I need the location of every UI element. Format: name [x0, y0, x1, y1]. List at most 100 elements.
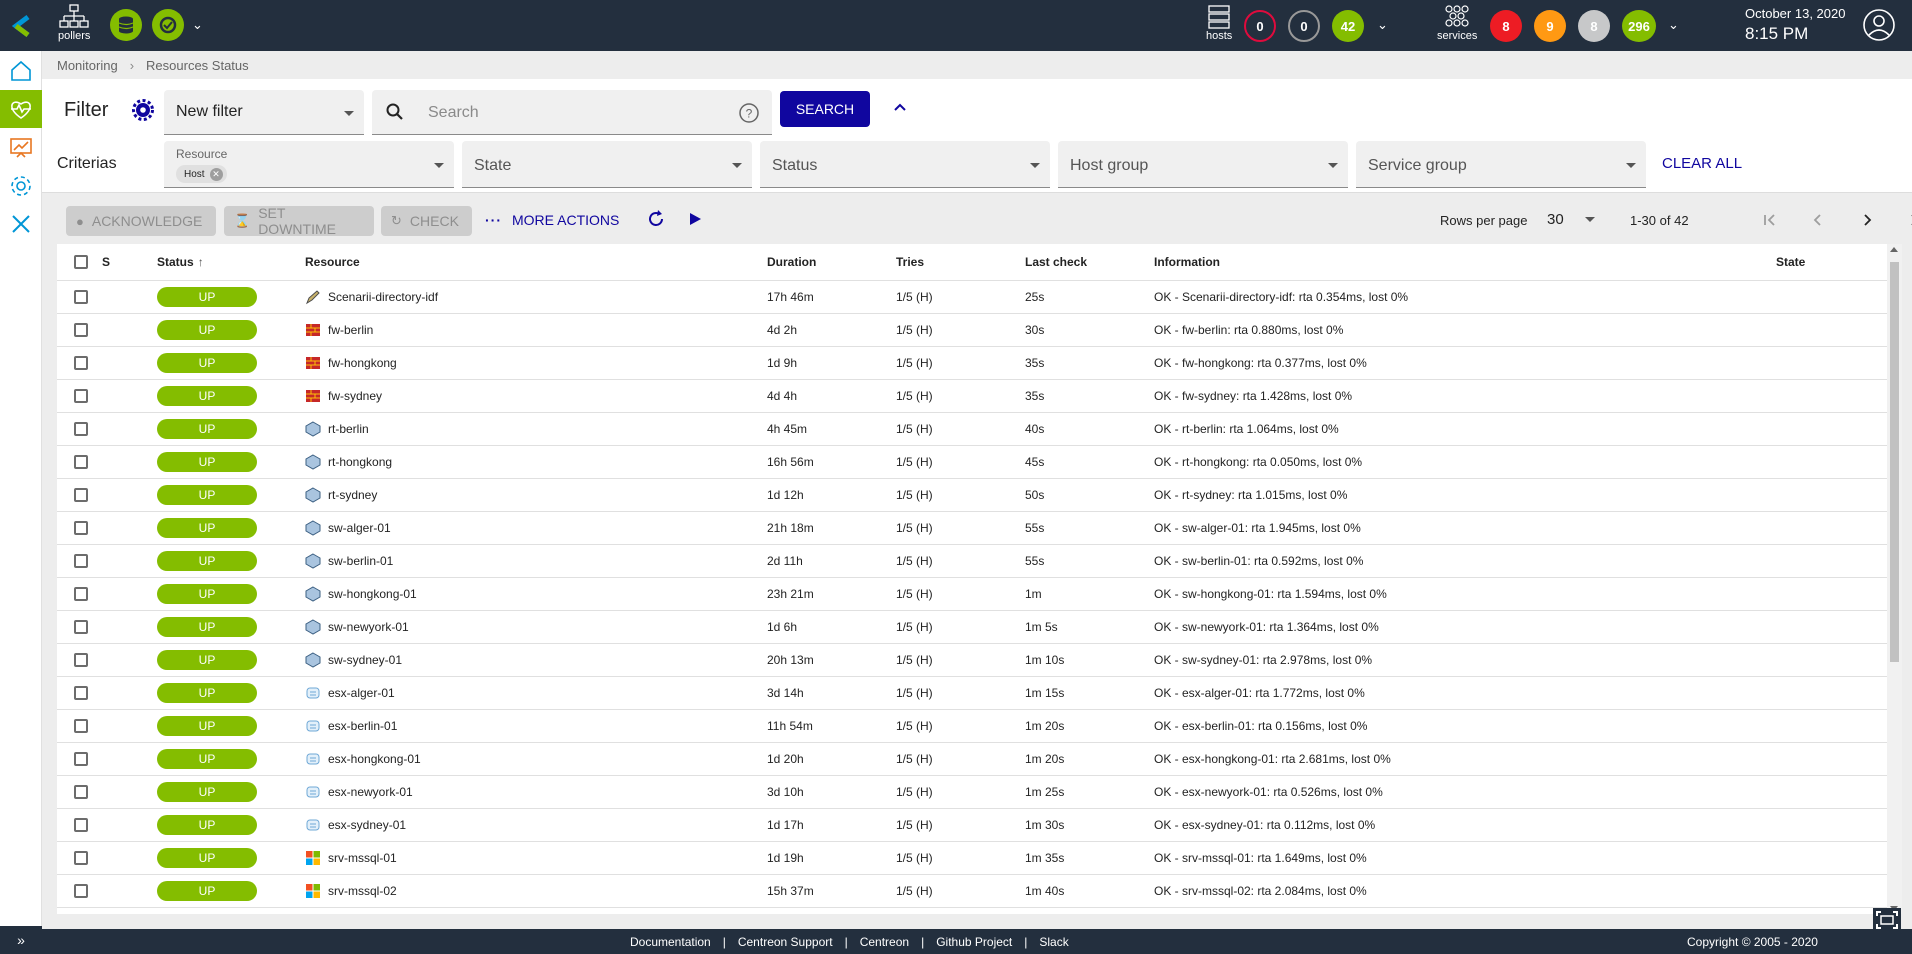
table-row[interactable]: UP esx-berlin-01 11h 54m 1/5 (H) 1m 20s OK - …	[57, 709, 1887, 743]
filter-select[interactable]: New filter	[164, 90, 364, 135]
column-header-s[interactable]: S	[102, 244, 157, 281]
services-ok-badge[interactable]: 296	[1622, 10, 1656, 42]
next-page-button[interactable]	[1854, 207, 1880, 233]
more-actions-button[interactable]: ··· MORE ACTIONS	[485, 212, 619, 228]
row-checkbox[interactable]	[74, 586, 88, 601]
resource-name[interactable]: esx-hongkong-01	[328, 752, 421, 766]
row-checkbox[interactable]	[74, 718, 88, 733]
resource-name[interactable]: sw-sydney-01	[328, 653, 402, 667]
table-row[interactable]: UP rt-berlin 4h 45m 1/5 (H) 40s OK - rt-berli…	[57, 412, 1887, 446]
services-unknown-badge[interactable]: 8	[1578, 10, 1610, 42]
previous-page-button[interactable]	[1805, 207, 1831, 233]
row-checkbox[interactable]	[74, 355, 88, 370]
table-row[interactable]: UP esx-hongkong-01 1d 20h 1/5 (H) 1m 20s OK -…	[57, 742, 1887, 776]
row-checkbox[interactable]	[74, 520, 88, 535]
hosts-menu[interactable]: hosts	[1206, 4, 1232, 42]
user-profile-icon[interactable]	[1862, 8, 1896, 47]
row-checkbox[interactable]	[74, 421, 88, 436]
table-row[interactable]: UP sw-berlin-01 2d 11h 1/5 (H) 55s OK - sw-be…	[57, 544, 1887, 578]
table-row[interactable]: UP esx-alger-01 3d 14h 1/5 (H) 1m 15s OK - es…	[57, 676, 1887, 710]
row-checkbox[interactable]	[74, 619, 88, 634]
table-row[interactable]: UP rt-hongkong 16h 56m 1/5 (H) 45s OK - rt-ho…	[57, 445, 1887, 479]
resource-name[interactable]: sw-alger-01	[328, 521, 391, 535]
table-row[interactable]: UP fw-berlin 4d 2h 1/5 (H) 30s OK - fw-berlin…	[57, 313, 1887, 347]
hosts-down-badge[interactable]: 0	[1244, 10, 1276, 42]
column-header-last-check[interactable]: Last check	[1025, 244, 1154, 281]
footer-link-centreon-support[interactable]: Centreon Support	[738, 935, 833, 949]
resource-name[interactable]: esx-alger-01	[328, 686, 395, 700]
select-all-checkbox[interactable]	[74, 254, 88, 269]
resource-name[interactable]: srv-mssql-01	[328, 851, 397, 865]
row-checkbox[interactable]	[74, 883, 88, 898]
sidebar-item-monitoring[interactable]	[0, 90, 42, 128]
resource-name[interactable]: fw-berlin	[328, 323, 373, 337]
resource-name[interactable]: esx-newyork-01	[328, 785, 413, 799]
row-checkbox[interactable]	[74, 817, 88, 832]
pollers-menu[interactable]: pollers	[58, 4, 90, 42]
table-row[interactable]: UP rt-sydney 1d 12h 1/5 (H) 50s OK - rt-sydne…	[57, 478, 1887, 512]
row-checkbox[interactable]	[74, 553, 88, 568]
table-scrollbar[interactable]	[1887, 244, 1902, 914]
set-downtime-button[interactable]: ⌛ SET DOWNTIME	[224, 205, 374, 237]
filter-settings-button[interactable]	[130, 97, 156, 123]
sidebar-expand-icon[interactable]: »	[0, 926, 42, 954]
resource-name[interactable]: esx-sydney-01	[328, 818, 406, 832]
footer-link-documentation[interactable]: Documentation	[630, 935, 711, 949]
footer-link-slack[interactable]: Slack	[1039, 935, 1068, 949]
row-checkbox[interactable]	[74, 454, 88, 469]
sidebar-item-home[interactable]	[0, 52, 42, 90]
help-icon[interactable]: ?	[738, 102, 760, 129]
column-header-information[interactable]: Information	[1154, 244, 1776, 281]
resource-name[interactable]: fw-hongkong	[328, 356, 397, 370]
chevron-down-icon[interactable]: ⌄	[1668, 17, 1679, 33]
acknowledge-button[interactable]: ● ACKNOWLEDGE	[66, 206, 216, 236]
resource-name[interactable]: Scenarii-directory-idf	[328, 290, 438, 304]
table-row[interactable]: UP sw-alger-01 21h 18m 1/5 (H) 55s OK - sw-al…	[57, 511, 1887, 545]
table-row[interactable]: UP sw-newyork-01 1d 6h 1/5 (H) 1m 5s OK - sw-…	[57, 610, 1887, 644]
footer-link-github-project[interactable]: Github Project	[936, 935, 1012, 949]
chevron-down-icon[interactable]: ⌄	[1377, 17, 1388, 33]
scroll-up-icon[interactable]	[1890, 247, 1898, 252]
column-header-tries[interactable]: Tries	[896, 244, 1025, 281]
table-row[interactable]: UP sw-hongkong-01 23h 21m 1/5 (H) 1m OK - sw-…	[57, 577, 1887, 611]
services-critical-badge[interactable]: 8	[1490, 10, 1522, 42]
column-header-duration[interactable]: Duration	[767, 244, 896, 281]
column-header-resource[interactable]: Resource	[305, 244, 767, 281]
resource-name[interactable]: sw-newyork-01	[328, 620, 409, 634]
centreon-logo[interactable]	[0, 0, 42, 51]
resource-name[interactable]: rt-sydney	[328, 488, 377, 502]
resource-name[interactable]: rt-berlin	[328, 422, 369, 436]
breadcrumb-monitoring[interactable]: Monitoring	[57, 58, 118, 73]
breadcrumb-resources-status[interactable]: Resources Status	[146, 58, 249, 73]
resource-name[interactable]: sw-hongkong-01	[328, 587, 417, 601]
sidebar-item-reporting[interactable]	[0, 129, 42, 167]
rows-per-page-select[interactable]: 30	[1547, 211, 1595, 228]
play-icon[interactable]	[687, 211, 703, 232]
check-button[interactable]: ↻ CHECK	[381, 206, 472, 236]
last-page-button[interactable]	[1903, 207, 1912, 233]
row-checkbox[interactable]	[74, 784, 88, 799]
resource-name[interactable]: esx-berlin-01	[328, 719, 397, 733]
search-button[interactable]: SEARCH	[780, 91, 870, 127]
services-warning-badge[interactable]: 9	[1534, 10, 1566, 42]
row-checkbox[interactable]	[74, 850, 88, 865]
table-row[interactable]: UP sw-sydney-01 20h 13m 1/5 (H) 1m 10s OK - s…	[57, 643, 1887, 677]
column-header-state[interactable]: State	[1776, 244, 1887, 281]
first-page-button[interactable]	[1757, 207, 1783, 233]
sidebar-item-configuration[interactable]	[0, 167, 42, 205]
table-row[interactable]: UP fw-hongkong 1d 9h 1/5 (H) 35s OK - fw-hong…	[57, 346, 1887, 380]
row-checkbox[interactable]	[74, 652, 88, 667]
database-status-icon[interactable]	[110, 9, 142, 41]
hosts-unreachable-badge[interactable]: 0	[1288, 10, 1320, 42]
search-input[interactable]	[428, 100, 728, 126]
hosts-up-badge[interactable]: 42	[1332, 10, 1364, 42]
chip-remove-icon[interactable]: ✕	[209, 167, 223, 181]
status-criteria-select[interactable]: Status	[760, 141, 1050, 188]
fullscreen-icon[interactable]	[1872, 907, 1902, 938]
table-row[interactable]: UP esx-sydney-01 1d 17h 1/5 (H) 1m 30s OK - e…	[57, 808, 1887, 842]
clear-all-button[interactable]: CLEAR ALL	[1662, 155, 1742, 172]
poller-latency-icon[interactable]	[152, 9, 184, 41]
chevron-down-icon[interactable]: ⌄	[192, 17, 203, 33]
row-checkbox[interactable]	[74, 487, 88, 502]
service-group-criteria-select[interactable]: Service group	[1356, 141, 1646, 188]
